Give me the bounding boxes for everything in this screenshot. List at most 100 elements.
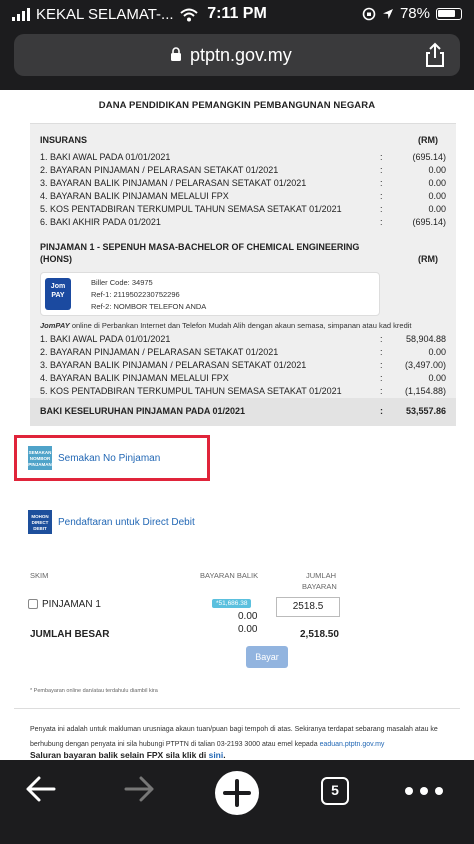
direct-debit-link[interactable]: MOHON DIRECT DEBIT Pendaftaran untuk Dir… — [28, 510, 195, 534]
jumlah-besar-amount: 2,518.50 — [300, 629, 339, 640]
info-text: Penyata ini adalah untuk makluman urusni… — [30, 722, 464, 752]
jumlah-besar-label: JUMLAH BESAR — [30, 629, 110, 640]
total-balance-amount: 53,557.86 — [405, 406, 446, 416]
pinjaman-row: 2. BAYARAN PINJAMAN / PELARASAN SETAKAT … — [40, 346, 446, 359]
pinjaman-row-amount: (1,154.88) — [404, 386, 446, 396]
biller-code: Biller Code: 34975 — [91, 278, 153, 287]
payment-amount-input[interactable]: 2518.5 — [276, 597, 340, 617]
total-balance-label: BAKI KESELURUHAN PINJAMAN PADA 01/2021 — [40, 406, 246, 416]
footnote: * Pembayaran online dan/atau terdahulu d… — [30, 688, 158, 694]
col-bayaran-balik: BAYARAN BALIK — [200, 571, 259, 580]
pinjaman-row-label: 5. KOS PENTADBIRAN TERKUMPUL TAHUN SEMAS… — [40, 386, 342, 396]
insurans-row-label: 6. BAKI AKHIR PADA 01/2021 — [40, 217, 161, 227]
jompay-logo-line1: Jom — [50, 283, 66, 290]
insurans-row-colon: : — [380, 165, 383, 175]
url-text[interactable]: ptptn.gov.my — [190, 45, 292, 66]
ref-1: Ref-1: 2119502230752296 — [91, 290, 180, 299]
col-skim: SKIM — [30, 571, 49, 580]
insurans-row-label: 3. BAYARAN BALIK PINJAMAN / PELARASAN SE… — [40, 178, 307, 188]
tabs-button[interactable]: 5 — [321, 777, 349, 805]
share-icon[interactable] — [424, 42, 446, 68]
insurans-row-amount: (695.14) — [412, 217, 446, 227]
info-line-2-text: berhubung dengan penyata ini sila hubung… — [30, 741, 318, 748]
pinjaman-row-label: 4. BAYARAN BALIK PINJAMAN MELALUI FPX — [40, 373, 229, 383]
insurans-row-amount: 0.00 — [428, 178, 446, 188]
page-content: DANA PENDIDIKAN PEMANGKIN PEMBANGUNAN NE… — [0, 90, 474, 760]
jompay-logo: Jom PAY — [45, 278, 71, 310]
fpx-info-text: Saluran bayaran balik selain FPX sila kl… — [30, 750, 207, 760]
status-bar: KEKAL SELAMAT-... 7:11 PM 78% — [0, 0, 474, 30]
location-icon — [382, 8, 393, 19]
forward-icon[interactable] — [122, 774, 156, 804]
pinjaman-row-label: 2. BAYARAN PINJAMAN / PELARASAN SETAKAT … — [40, 347, 279, 357]
bayar-button[interactable]: Bayar — [246, 646, 288, 668]
pinjaman-row-amount: 58,904.88 — [405, 334, 446, 344]
new-tab-icon[interactable] — [214, 770, 260, 816]
pinjaman-1-bayaran: 0.00 — [238, 611, 258, 622]
insurans-row-label: 4. BAYARAN BALIK PINJAMAN MELALUI FPX — [40, 191, 229, 201]
page-heading: DANA PENDIDIKAN PEMANGKIN PEMBANGUNAN NE… — [98, 100, 376, 111]
pinjaman-1-checkbox[interactable] — [28, 599, 38, 610]
insurans-row-colon: : — [380, 178, 383, 188]
pinjaman-row-colon: : — [380, 347, 383, 357]
jompay-details: Biller Code: 34975 Ref-1: 21195022307522… — [91, 277, 206, 313]
battery-percent: 78% — [399, 5, 430, 22]
pinjaman-row: 1. BAKI AWAL PADA 01/01/2021: 58,904.88 — [40, 333, 446, 346]
insurans-header: INSURANS (RM) — [40, 134, 446, 147]
semakan-icon: SEMAKAN NOMBOR PINJAMAN — [28, 446, 52, 470]
info-line-1: Penyata ini adalah untuk makluman urusni… — [30, 726, 438, 733]
fpx-info-end: . — [223, 750, 226, 760]
insurans-row: 2. BAYARAN PINJAMAN / PELARASAN SETAKAT … — [40, 164, 446, 177]
insurans-row-colon: : — [380, 217, 383, 227]
col-bayaran: BAYARAN — [302, 582, 337, 591]
browser-toolbar: 5 — [0, 760, 474, 844]
insurans-row-colon: : — [380, 152, 383, 162]
total-balance-row: BAKI KESELURUHAN PINJAMAN PADA 01/2021 :… — [30, 398, 456, 426]
browser-chrome: KEKAL SELAMAT-... 7:11 PM 78% ptptn.gov.… — [0, 0, 474, 90]
direct-debit-icon: MOHON DIRECT DEBIT — [28, 510, 52, 534]
pinjaman-row: 5. KOS PENTADBIRAN TERKUMPUL TAHUN SEMAS… — [40, 385, 446, 398]
sini-link[interactable]: sini — [209, 750, 224, 760]
pinjaman-row-colon: : — [380, 360, 383, 370]
insurans-row-colon: : — [380, 191, 383, 201]
back-icon[interactable] — [24, 774, 58, 804]
status-right: 78% — [362, 5, 462, 22]
insurans-row: 4. BAYARAN BALIK PINJAMAN MELALUI FPX: 0.… — [40, 190, 446, 203]
direct-debit-link-label[interactable]: Pendaftaran untuk Direct Debit — [58, 517, 195, 528]
jompay-box: Jom PAY Biller Code: 34975 Ref-1: 2119502… — [40, 272, 380, 316]
insurans-row: 3. BAYARAN BALIK PINJAMAN / PELARASAN SE… — [40, 177, 446, 190]
divider — [14, 708, 460, 709]
pinjaman-row-label: 3. BAYARAN BALIK PINJAMAN / PELARASAN SE… — [40, 360, 307, 370]
insurans-title: INSURANS — [40, 135, 88, 145]
address-bar[interactable]: ptptn.gov.my — [14, 34, 460, 76]
insurans-row: 5. KOS PENTADBIRAN TERKUMPUL TAHUN SEMAS… — [40, 203, 446, 216]
semakan-link-label[interactable]: Semakan No Pinjaman — [58, 453, 160, 464]
jompay-note-text: online di Perbankan Internet dan Telefon… — [69, 321, 412, 330]
insurans-row-label: 5. KOS PENTADBIRAN TERKUMPUL TAHUN SEMAS… — [40, 204, 342, 214]
orientation-lock-icon — [362, 7, 376, 20]
more-icon[interactable] — [404, 786, 444, 796]
pinjaman-subtitle: (HONS) (RM) — [40, 253, 446, 266]
pinjaman-title-line2: (HONS) — [40, 254, 72, 264]
semakan-link[interactable]: SEMAKAN NOMBOR PINJAMAN Semakan No Pinja… — [28, 446, 160, 470]
jumlah-besar-bayaran: 0.00 — [238, 624, 258, 635]
statement-panel: INSURANS (RM) 1. BAKI AWAL PADA 01/01/20… — [30, 123, 456, 426]
email-link[interactable]: eaduan.ptptn.gov.my — [320, 741, 385, 748]
pinjaman-row-label: 1. BAKI AWAL PADA 01/01/2021 — [40, 334, 171, 344]
ref-2: Ref-2: NOMBOR TELEFON ANDA — [91, 302, 207, 311]
jompay-note: JomPAY online di Perbankan Internet dan … — [40, 321, 446, 330]
pinjaman-row-amount: 0.00 — [428, 373, 446, 383]
lock-icon — [171, 47, 181, 61]
insurans-row-amount: 0.00 — [428, 165, 446, 175]
pinjaman-1-item[interactable]: PINJAMAN 1 — [28, 599, 101, 610]
pinjaman-unit: (RM) — [418, 254, 438, 264]
insurans-row-label: 2. BAYARAN PINJAMAN / PELARASAN SETAKAT … — [40, 165, 279, 175]
col-jumlah: JUMLAH — [306, 571, 337, 580]
battery-icon — [436, 7, 462, 20]
insurans-row-colon: : — [380, 204, 383, 214]
pinjaman-row-colon: : — [380, 386, 383, 396]
insurans-row-amount: 0.00 — [428, 204, 446, 214]
insurans-row-amount: (695.14) — [412, 152, 446, 162]
pinjaman-row: 3. BAYARAN BALIK PINJAMAN / PELARASAN SE… — [40, 359, 446, 372]
insurans-row: 6. BAKI AKHIR PADA 01/2021: (695.14) — [40, 216, 446, 229]
